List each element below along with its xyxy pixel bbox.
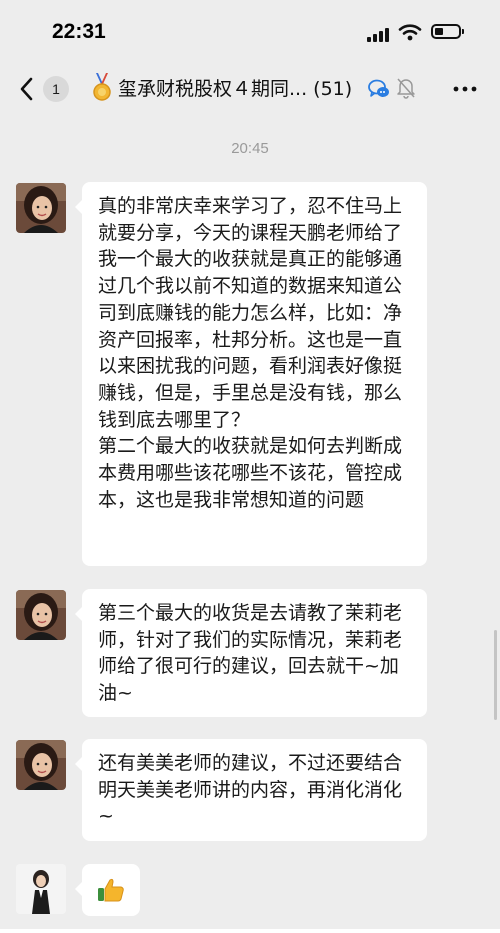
sender-avatar[interactable] (16, 864, 66, 914)
wifi-icon (398, 24, 422, 41)
group-chat-bubbles-icon (368, 79, 389, 97)
unread-count-badge[interactable]: 1 (43, 76, 69, 102)
sender-avatar[interactable] (16, 590, 66, 640)
status-time: 22:31 (52, 20, 106, 43)
status-bar: 22:31 (0, 0, 500, 64)
scroll-indicator[interactable] (494, 630, 497, 720)
thumbs-up-icon (98, 878, 124, 902)
battery-icon (431, 24, 464, 39)
medal-icon (93, 73, 111, 101)
more-options-icon[interactable] (453, 85, 477, 93)
message-bubble[interactable]: 第三个最大的收货是去请教了茉莉老师，针对了我们的实际情况，茉莉老师给了很可行的建… (75, 589, 427, 717)
sender-avatar[interactable] (16, 183, 66, 233)
back-arrow-icon[interactable] (14, 74, 40, 104)
bottom-edge (0, 929, 500, 933)
sender-avatar[interactable] (16, 740, 66, 790)
message-bubble[interactable] (75, 864, 140, 916)
group-chat-title: 玺承财税股权４期同... (51) (118, 78, 353, 100)
message-bubble[interactable]: 还有美美老师的建议，不过还要结合明天美美老师讲的内容，再消化消化~ (75, 739, 427, 841)
cellular-signal-icon (367, 26, 391, 42)
message-timestamp: 20:45 (231, 140, 269, 157)
chat-header: 1 玺承财税股权４期同... (51) (0, 64, 500, 114)
message-bubble[interactable]: 真的非常庆幸来学习了，忍不住马上就要分享，今天的课程天鹏老师给了我一个最大的收获… (75, 182, 427, 566)
mute-notification-icon (397, 78, 415, 99)
